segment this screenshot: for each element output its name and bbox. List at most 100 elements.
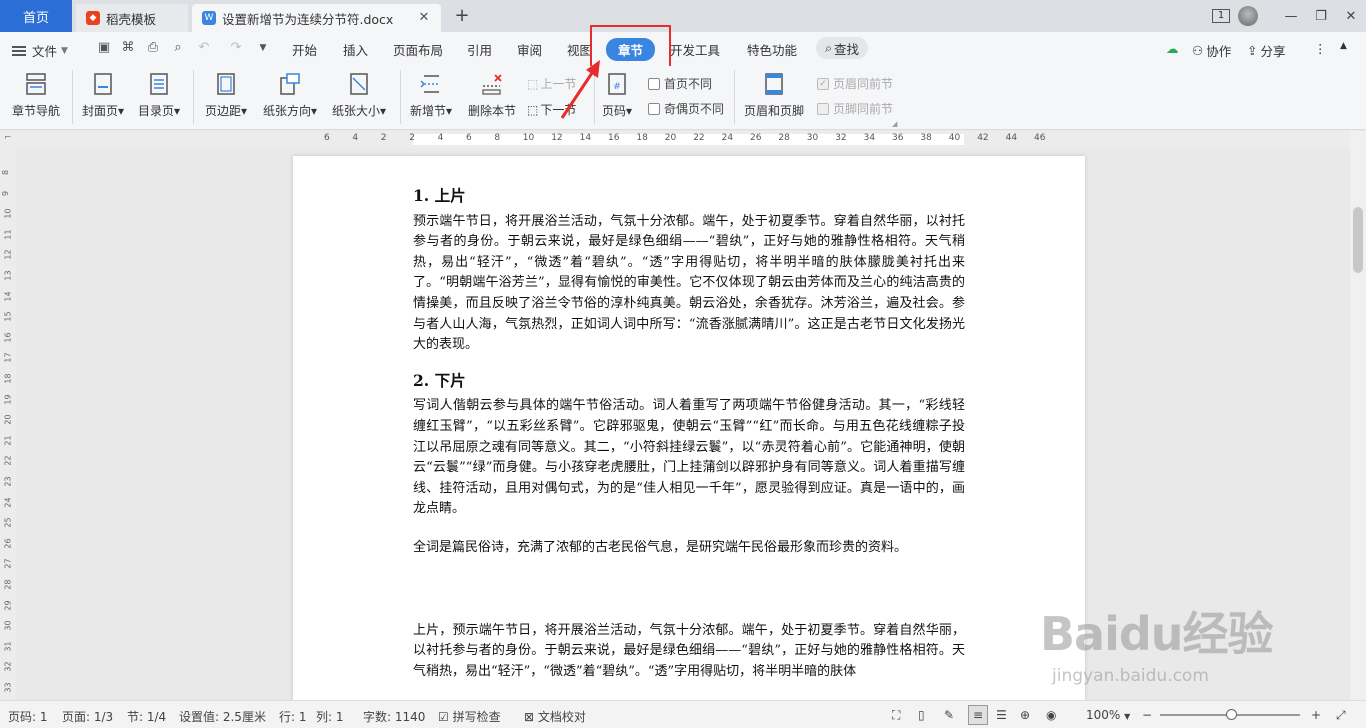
tab-document[interactable]: W 设置新增节为连续分节符.docx ✕ bbox=[192, 4, 441, 32]
search-button[interactable]: ⌕ 查找 bbox=[816, 37, 868, 59]
collab-label: 协作 bbox=[1206, 44, 1232, 59]
paragraph-1: 预示端午节日，将开展浴兰活动，气氛十分浓郁。端午，处于初夏季节。穿着自然华丽，以… bbox=[413, 213, 965, 353]
ruler-tick-label: 16 bbox=[3, 332, 13, 343]
toc-page-button[interactable]: 目录页▾ bbox=[138, 70, 180, 119]
doc-proof-icon: ⊠ bbox=[524, 710, 535, 724]
zoom-out-icon[interactable]: − bbox=[1142, 708, 1152, 722]
status-row[interactable]: 行: 1 bbox=[279, 708, 307, 725]
section-nav-button[interactable]: 章节导航 bbox=[12, 70, 60, 119]
redo-icon[interactable]: ↷ bbox=[228, 40, 244, 56]
page-view-icon[interactable]: ≡ bbox=[968, 705, 988, 725]
status-setting[interactable]: 设置值: 2.5厘米 bbox=[179, 708, 266, 725]
delete-section-button[interactable]: 删除本节 bbox=[468, 70, 516, 119]
format-painter-icon[interactable]: ⌘ bbox=[120, 40, 136, 56]
first-page-diff-checkbox[interactable]: 首页不同 bbox=[648, 75, 712, 92]
menu-bar: 文件 ▼ ▣ ⌘ ⎙ ⌕ ↶ ↷ ▼ 开始 插入 页面布局 引用 审阅 视图 章… bbox=[0, 32, 1366, 66]
ruler-tick-label: 36 bbox=[892, 133, 904, 143]
status-col[interactable]: 列: 1 bbox=[316, 708, 344, 725]
ruler-tick-label: 12 bbox=[551, 133, 563, 143]
more-icon[interactable]: ⋮ bbox=[1314, 41, 1327, 56]
zoom-level[interactable]: 100% ▼ bbox=[1086, 708, 1130, 722]
ruler-tick-label: 40 bbox=[948, 133, 961, 143]
status-section[interactable]: 节: 1/4 bbox=[127, 708, 166, 725]
ruler-tick-label: 17 bbox=[3, 352, 13, 363]
document-content[interactable]: 1. 上片 预示端午节日，将开展浴兰活动，气氛十分浓郁。端午，处于初夏季节。穿着… bbox=[413, 186, 965, 682]
tab-template[interactable]: ◆ 稻壳模板 bbox=[76, 4, 188, 32]
tab-template-label: 稻壳模板 bbox=[106, 11, 157, 27]
scrollbar-thumb[interactable] bbox=[1353, 207, 1363, 273]
collapse-ribbon-icon[interactable]: ▲ bbox=[1340, 41, 1347, 51]
outline-view-icon[interactable]: ☰ bbox=[996, 708, 1007, 722]
orientation-button[interactable]: 纸张方向▾ bbox=[263, 70, 317, 119]
zoom-value: 100% bbox=[1086, 708, 1121, 722]
tab-reference[interactable]: 引用 bbox=[467, 40, 492, 59]
tab-start[interactable]: 开始 bbox=[292, 40, 317, 59]
minimize-icon[interactable]: — bbox=[1276, 0, 1306, 32]
new-section-button[interactable]: 新增节▾ bbox=[410, 70, 452, 119]
page-number-label: 页码▾ bbox=[602, 104, 633, 118]
header-footer-button[interactable]: 页眉和页脚 bbox=[744, 70, 804, 119]
tab-developer[interactable]: 开发工具 bbox=[670, 40, 720, 59]
print-preview-icon[interactable]: ⌕ bbox=[170, 40, 186, 56]
tab-review[interactable]: 审阅 bbox=[517, 40, 542, 59]
close-tab-icon[interactable]: ✕ bbox=[417, 11, 431, 25]
ruler-tick-label: 30 bbox=[806, 133, 819, 143]
page-number-icon: # bbox=[603, 70, 631, 98]
quick-access-dropdown-icon[interactable]: ▼ bbox=[255, 40, 271, 56]
same-header-checkbox[interactable]: ✓ 页眉同前节 bbox=[817, 75, 893, 92]
reading-mode-icon[interactable]: ▯ bbox=[918, 708, 925, 722]
cover-page-button[interactable]: 封面页▾ bbox=[82, 70, 124, 119]
tab-page-layout[interactable]: 页面布局 bbox=[393, 40, 443, 59]
close-window-icon[interactable]: ✕ bbox=[1336, 0, 1366, 32]
tab-view[interactable]: 视图 bbox=[567, 40, 592, 59]
margin-button[interactable]: 页边距▾ bbox=[205, 70, 247, 119]
tab-home[interactable]: 首页 bbox=[0, 0, 72, 32]
web-view-icon[interactable]: ⊕ bbox=[1020, 708, 1030, 722]
zoom-in-icon[interactable]: + bbox=[1311, 708, 1321, 722]
avatar[interactable] bbox=[1238, 6, 1258, 26]
tab-insert[interactable]: 插入 bbox=[343, 40, 368, 59]
ribbon-divider bbox=[734, 70, 735, 124]
save-icon[interactable]: ▣ bbox=[96, 40, 112, 56]
vertical-scrollbar[interactable] bbox=[1350, 131, 1366, 700]
status-page-num[interactable]: 页码: 1 bbox=[8, 708, 48, 725]
ruler-tick-label: 4 bbox=[352, 133, 359, 143]
spell-check-button[interactable]: ☑ 拼写检查 bbox=[438, 708, 501, 725]
ruler-tick-label: 20 bbox=[664, 133, 677, 143]
fit-window-icon[interactable]: ⤢ bbox=[1336, 708, 1346, 723]
same-footer-label: 页脚同前节 bbox=[833, 102, 894, 116]
status-pages[interactable]: 页面: 1/3 bbox=[62, 708, 113, 725]
ruler-tick-label: 42 bbox=[977, 133, 989, 143]
paper-size-label: 纸张大小▾ bbox=[332, 104, 387, 118]
odd-even-diff-checkbox[interactable]: 奇偶页不同 bbox=[648, 100, 724, 117]
window-count-badge[interactable]: 1 bbox=[1212, 9, 1230, 23]
undo-icon[interactable]: ↶ bbox=[196, 40, 212, 56]
cloud-sync-button[interactable]: ☁ bbox=[1166, 41, 1179, 56]
new-tab-button[interactable]: + bbox=[452, 6, 472, 26]
ruler-tick-label: 11 bbox=[3, 229, 13, 240]
collab-button[interactable]: ⚇ 协作 bbox=[1192, 41, 1231, 60]
spell-check-label: 拼写检查 bbox=[452, 710, 501, 724]
share-button[interactable]: ⇪ 分享 bbox=[1247, 41, 1286, 60]
print-icon[interactable]: ⎙ bbox=[145, 40, 161, 56]
paper-size-button[interactable]: 纸张大小▾ bbox=[332, 70, 386, 119]
ruler-tick-label: 14 bbox=[579, 133, 592, 143]
page-number-button[interactable]: # 页码▾ bbox=[602, 70, 632, 119]
checkbox-box: ✓ bbox=[817, 77, 829, 90]
fullscreen-icon[interactable]: ⛶ bbox=[892, 708, 900, 723]
zoom-slider-handle[interactable] bbox=[1226, 709, 1237, 720]
restore-icon[interactable]: ❐ bbox=[1306, 0, 1336, 32]
ribbon-expand-icon[interactable]: ◢ bbox=[892, 120, 897, 128]
margin-icon bbox=[212, 70, 240, 98]
orientation-label: 纸张方向▾ bbox=[263, 104, 318, 118]
eye-protection-icon[interactable]: ◉ bbox=[1046, 708, 1056, 722]
status-words[interactable]: 字数: 1140 bbox=[363, 708, 425, 725]
file-menu[interactable]: 文件 ▼ bbox=[12, 41, 68, 60]
doc-proof-button[interactable]: ⊠ 文档校对 bbox=[524, 708, 586, 725]
edit-mode-icon[interactable]: ✎ bbox=[944, 708, 954, 722]
tab-special[interactable]: 特色功能 bbox=[747, 40, 797, 59]
ribbon-divider bbox=[400, 70, 401, 124]
document-page[interactable]: 1. 上片 预示端午节日，将开展浴兰活动，气氛十分浓郁。端午，处于初夏季节。穿着… bbox=[293, 156, 1085, 700]
toc-page-label: 目录页▾ bbox=[138, 104, 181, 118]
same-footer-checkbox[interactable]: 页脚同前节 bbox=[817, 100, 893, 117]
